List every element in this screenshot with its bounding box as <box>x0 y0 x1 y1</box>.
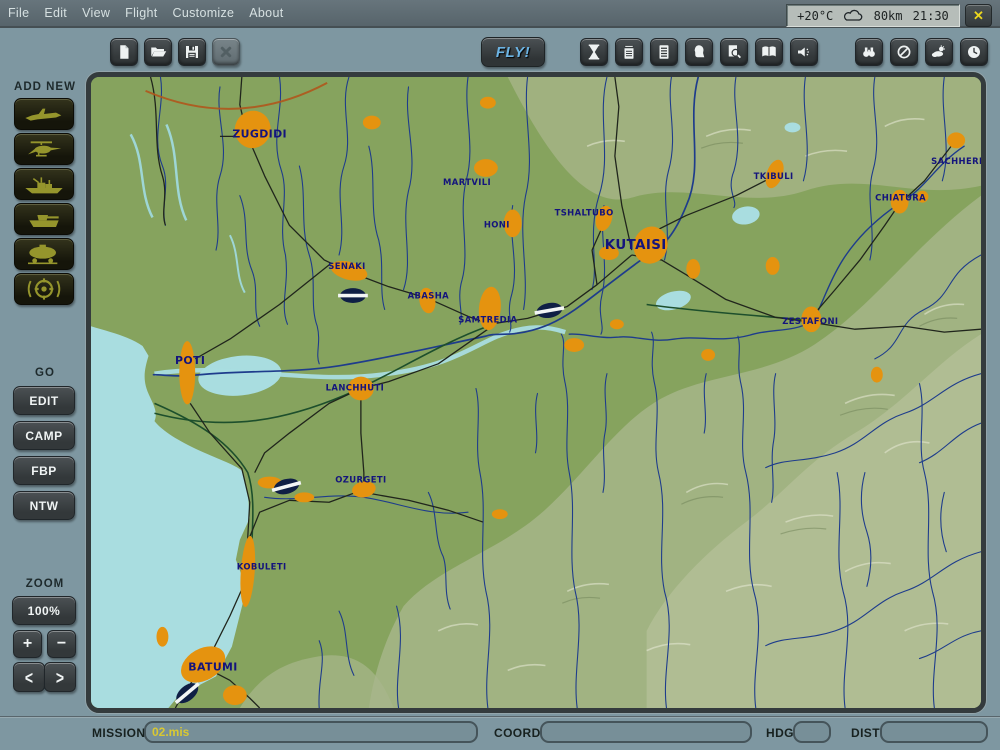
delete-button-disabled <box>212 38 240 66</box>
properties-button[interactable] <box>650 38 678 66</box>
coord-field <box>540 721 752 743</box>
zoom-in-button[interactable]: + <box>13 630 42 658</box>
add-target-button[interactable] <box>14 273 74 305</box>
menu-file[interactable]: File <box>8 6 29 20</box>
fly-label: FLY! <box>496 44 530 61</box>
weather-status-widget: +20°C 80km 21:30 <box>786 4 960 27</box>
go-label: GO <box>0 367 90 379</box>
go-camp-button[interactable]: CAMP <box>13 421 75 450</box>
menu-flight[interactable]: Flight <box>125 6 157 20</box>
open-mission-button[interactable] <box>144 38 172 66</box>
time-button[interactable] <box>580 38 608 66</box>
add-train-button[interactable] <box>14 238 74 270</box>
svg-text:ZESTAFONI: ZESTAFONI <box>782 316 838 326</box>
close-icon: ✕ <box>973 8 984 24</box>
mission-label: MISSION <box>92 726 145 740</box>
dist-field <box>880 721 988 743</box>
mission-field[interactable]: 02.mis <box>144 721 478 743</box>
status-bar: MISSION 02.mis COORD HDG DIST <box>0 716 1000 750</box>
zoom-out-button[interactable]: − <box>47 630 76 658</box>
clock-label: 21:30 <box>913 9 949 23</box>
go-fbp-button[interactable]: FBP <box>13 456 75 485</box>
ship-icon <box>21 172 67 196</box>
add-new-label: ADD NEW <box>0 81 90 93</box>
search-button[interactable] <box>855 38 883 66</box>
speaker-icon <box>795 43 813 61</box>
notes-icon <box>620 43 638 61</box>
svg-text:CHIATURA: CHIATURA <box>875 193 926 203</box>
new-file-icon <box>115 43 133 61</box>
preview-button[interactable] <box>720 38 748 66</box>
open-folder-icon <box>149 43 167 61</box>
svg-text:MARTVILI: MARTVILI <box>443 177 491 187</box>
sound-button[interactable] <box>790 38 818 66</box>
svg-text:KOBULETI: KOBULETI <box>237 562 287 572</box>
visibility-label: 80km <box>874 9 903 23</box>
svg-text:ABASHA: ABASHA <box>408 291 450 301</box>
add-vehicle-button[interactable] <box>14 203 74 235</box>
svg-text:BATUMI: BATUMI <box>188 660 237 673</box>
time-of-day-button[interactable] <box>960 38 988 66</box>
svg-text:SENAKI: SENAKI <box>328 261 365 271</box>
add-helicopter-button[interactable] <box>14 133 74 165</box>
description-button[interactable] <box>615 38 643 66</box>
disable-button[interactable] <box>890 38 918 66</box>
hdg-field <box>793 721 831 743</box>
pilot-button[interactable] <box>685 38 713 66</box>
close-button[interactable]: ✕ <box>965 4 992 27</box>
menu-about[interactable]: About <box>249 6 283 20</box>
inspect-icon <box>725 43 743 61</box>
aircraft-icon <box>21 102 67 126</box>
dist-label: DIST <box>851 726 880 740</box>
fly-button[interactable]: FLY! <box>481 37 545 67</box>
svg-text:LANCHHUTI: LANCHHUTI <box>326 383 384 393</box>
reference-button[interactable] <box>755 38 783 66</box>
svg-text:TSHALTUBO: TSHALTUBO <box>555 207 614 217</box>
svg-text:TKIBULI: TKIBULI <box>754 171 794 181</box>
pan-right-button[interactable]: > <box>44 662 76 692</box>
svg-text:OZURGETI: OZURGETI <box>335 475 386 485</box>
clock-icon <box>965 43 983 61</box>
helicopter-icon <box>21 137 67 161</box>
svg-text:SAMTREDIA: SAMTREDIA <box>458 314 517 324</box>
save-icon <box>183 43 201 61</box>
menu-customize[interactable]: Customize <box>173 6 235 20</box>
prohibit-icon <box>895 43 913 61</box>
new-mission-button[interactable] <box>110 38 138 66</box>
add-ship-button[interactable] <box>14 168 74 200</box>
pilot-head-icon <box>690 43 708 61</box>
svg-text:SACHHERE: SACHHERE <box>931 156 981 166</box>
save-mission-button[interactable] <box>178 38 206 66</box>
cloud-icon <box>843 9 863 22</box>
hourglass-icon <box>585 43 603 61</box>
svg-text:POTI: POTI <box>175 354 205 367</box>
book-icon <box>760 43 778 61</box>
train-icon <box>21 242 67 266</box>
chevron-left-icon: < <box>25 666 33 688</box>
svg-text:ZUGDIDI: ZUGDIDI <box>232 127 287 140</box>
svg-text:HONI: HONI <box>484 219 510 229</box>
delete-x-icon <box>217 43 235 61</box>
target-icon <box>21 277 67 301</box>
weather-button[interactable] <box>925 38 953 66</box>
svg-text:KUTAISI: KUTAISI <box>605 238 667 253</box>
zoom-label: ZOOM <box>0 578 90 590</box>
coord-label: COORD <box>494 726 541 740</box>
temperature-label: +20°C <box>797 9 833 23</box>
chevron-right-icon: > <box>56 666 64 688</box>
go-ntw-button[interactable]: NTW <box>13 491 75 520</box>
map-canvas[interactable]: ZUGDIDI MARTVILI HONI TSHALTUBO KUTAISI SENAK… <box>86 72 986 713</box>
pan-left-button[interactable]: < <box>13 662 45 692</box>
menu-edit[interactable]: Edit <box>44 6 67 20</box>
binoculars-icon <box>860 43 878 61</box>
add-aircraft-button[interactable] <box>14 98 74 130</box>
zoom-level-button[interactable]: 100% <box>12 596 76 625</box>
tank-icon <box>21 207 67 231</box>
go-edit-button[interactable]: EDIT <box>13 386 75 415</box>
mission-editor-window: File Edit View Flight Customize About +2… <box>0 0 1000 750</box>
list-icon <box>655 43 673 61</box>
hdg-label: HDG <box>766 726 794 740</box>
weather-icon <box>930 43 948 61</box>
menu-view[interactable]: View <box>82 6 110 20</box>
